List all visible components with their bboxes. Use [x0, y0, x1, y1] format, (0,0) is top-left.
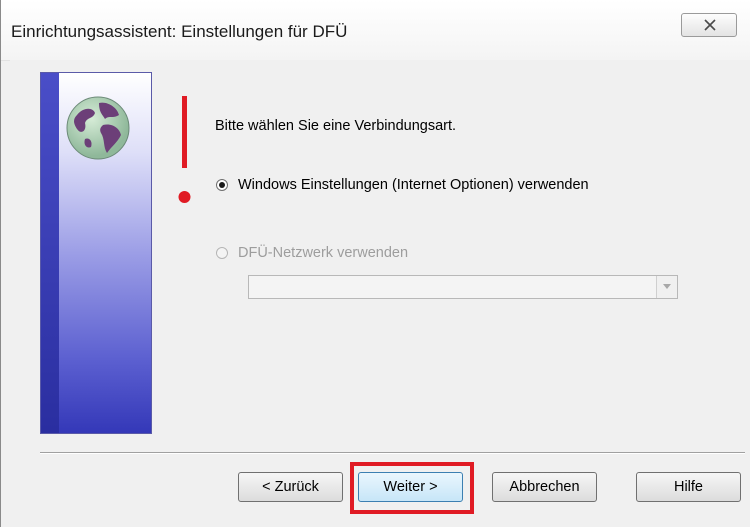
globe-icon: [66, 96, 130, 160]
option-dfu-network-label: DFÜ-Netzwerk verwenden: [238, 245, 409, 261]
close-button[interactable]: [681, 13, 737, 37]
option-dfu-network: DFÜ-Netzwerk verwenden: [216, 245, 408, 261]
option-windows-settings[interactable]: Windows Einstellungen (Internet Optionen…: [216, 177, 589, 193]
wizard-body: Bitte wählen Sie eine Verbindungsart. Wi…: [10, 60, 750, 527]
dropdown-button: [656, 276, 677, 298]
back-button[interactable]: < Zurück: [238, 472, 343, 502]
chevron-down-icon: [663, 284, 671, 289]
button-divider: [40, 452, 745, 454]
wizard-sidebar-image: [40, 72, 152, 434]
connection-prompt: Bitte wählen Sie eine Verbindungsart.: [215, 118, 457, 134]
close-icon: [704, 19, 716, 31]
next-button-highlight: [350, 462, 474, 514]
sidebar-strip: [41, 73, 59, 433]
dfu-connection-dropdown: [248, 275, 678, 299]
exclamation-icon: [178, 96, 191, 203]
help-button[interactable]: Hilfe: [636, 472, 741, 502]
option-windows-settings-label[interactable]: Windows Einstellungen (Internet Optionen…: [238, 177, 589, 193]
wizard-window: Einrichtungsassistent: Einstellungen für…: [0, 0, 750, 527]
radio-windows-settings[interactable]: [216, 179, 228, 191]
title-bar: Einrichtungsassistent: Einstellungen für…: [1, 0, 750, 61]
radio-dfu-network: [216, 247, 228, 259]
cancel-button[interactable]: Abbrechen: [492, 472, 597, 502]
window-title: Einrichtungsassistent: Einstellungen für…: [11, 22, 348, 41]
